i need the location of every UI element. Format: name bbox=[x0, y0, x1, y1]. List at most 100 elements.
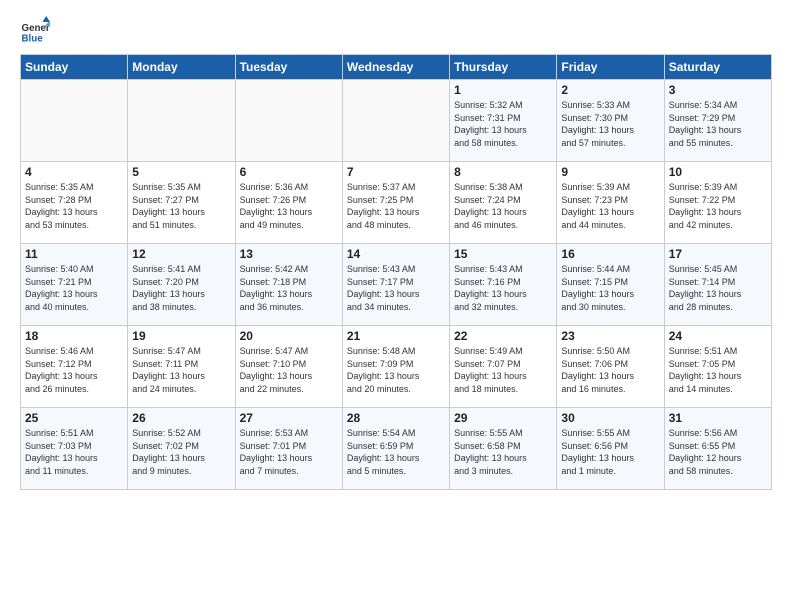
calendar-cell: 8Sunrise: 5:38 AM Sunset: 7:24 PM Daylig… bbox=[450, 162, 557, 244]
day-info: Sunrise: 5:34 AM Sunset: 7:29 PM Dayligh… bbox=[669, 99, 767, 149]
day-number: 6 bbox=[240, 165, 338, 179]
day-number: 12 bbox=[132, 247, 230, 261]
calendar-cell: 17 Sunrise: 5:45 AM Sunset: 7:14 PM Dayli… bbox=[664, 244, 771, 326]
day-info: Sunrise: 5:47 AM Sunset: 7:10 PM Dayligh… bbox=[240, 345, 338, 395]
day-info: Sunrise: 5:43 AM Sunset: 7:17 PM Dayligh… bbox=[347, 263, 445, 313]
calendar-cell: 13Sunrise: 5:42 AM Sunset: 7:18 PM Dayli… bbox=[235, 244, 342, 326]
calendar-cell: 28 Sunrise: 5:54 AM Sunset: 6:59 PM Dayli… bbox=[342, 408, 449, 490]
day-number: 30 bbox=[561, 411, 659, 425]
day-number: 14 bbox=[347, 247, 445, 261]
day-number: 20 bbox=[240, 329, 338, 343]
day-number: 1 bbox=[454, 83, 552, 97]
day-number: 18 bbox=[25, 329, 123, 343]
calendar-cell: 24 Sunrise: 5:51 AM Sunset: 7:05 PM Dayli… bbox=[664, 326, 771, 408]
calendar-cell: 21 Sunrise: 5:48 AM Sunset: 7:09 PM Dayli… bbox=[342, 326, 449, 408]
day-info: Sunrise: 5:35 AM Sunset: 7:27 PM Dayligh… bbox=[132, 181, 230, 231]
day-info: Sunrise: 5:51 AM Sunset: 7:05 PM Dayligh… bbox=[669, 345, 767, 395]
calendar-cell: 16 Sunrise: 5:44 AM Sunset: 7:15 PM Dayli… bbox=[557, 244, 664, 326]
day-info: Sunrise: 5:35 AM Sunset: 7:28 PM Dayligh… bbox=[25, 181, 123, 231]
weekday-header-tuesday: Tuesday bbox=[235, 55, 342, 80]
calendar-cell: 20 Sunrise: 5:47 AM Sunset: 7:10 PM Dayli… bbox=[235, 326, 342, 408]
day-number: 23 bbox=[561, 329, 659, 343]
day-info: Sunrise: 5:50 AM Sunset: 7:06 PM Dayligh… bbox=[561, 345, 659, 395]
day-info: Sunrise: 5:46 AM Sunset: 7:12 PM Dayligh… bbox=[25, 345, 123, 395]
day-info: Sunrise: 5:40 AM Sunset: 7:21 PM Dayligh… bbox=[25, 263, 123, 313]
day-info: Sunrise: 5:52 AM Sunset: 7:02 PM Dayligh… bbox=[132, 427, 230, 477]
day-number: 29 bbox=[454, 411, 552, 425]
logo: General Blue bbox=[20, 16, 50, 46]
day-number: 11 bbox=[25, 247, 123, 261]
day-number: 17 bbox=[669, 247, 767, 261]
day-number: 3 bbox=[669, 83, 767, 97]
day-number: 22 bbox=[454, 329, 552, 343]
day-info: Sunrise: 5:44 AM Sunset: 7:15 PM Dayligh… bbox=[561, 263, 659, 313]
day-info: Sunrise: 5:49 AM Sunset: 7:07 PM Dayligh… bbox=[454, 345, 552, 395]
weekday-header-friday: Friday bbox=[557, 55, 664, 80]
day-info: Sunrise: 5:42 AM Sunset: 7:18 PM Dayligh… bbox=[240, 263, 338, 313]
calendar-cell: 9 Sunrise: 5:39 AM Sunset: 7:23 PM Daylig… bbox=[557, 162, 664, 244]
calendar-cell bbox=[128, 80, 235, 162]
day-number: 4 bbox=[25, 165, 123, 179]
day-info: Sunrise: 5:55 AM Sunset: 6:58 PM Dayligh… bbox=[454, 427, 552, 477]
day-number: 25 bbox=[25, 411, 123, 425]
svg-text:General: General bbox=[22, 23, 51, 34]
calendar-cell: 29 Sunrise: 5:55 AM Sunset: 6:58 PM Dayli… bbox=[450, 408, 557, 490]
calendar-cell: 15 Sunrise: 5:43 AM Sunset: 7:16 PM Dayli… bbox=[450, 244, 557, 326]
day-number: 24 bbox=[669, 329, 767, 343]
calendar-cell bbox=[235, 80, 342, 162]
calendar-cell bbox=[21, 80, 128, 162]
day-info: Sunrise: 5:39 AM Sunset: 7:23 PM Dayligh… bbox=[561, 181, 659, 231]
weekday-header-monday: Monday bbox=[128, 55, 235, 80]
calendar-cell: 31 Sunrise: 5:56 AM Sunset: 6:55 PM Dayli… bbox=[664, 408, 771, 490]
weekday-header-wednesday: Wednesday bbox=[342, 55, 449, 80]
day-info: Sunrise: 5:32 AM Sunset: 7:31 PM Dayligh… bbox=[454, 99, 552, 149]
day-info: Sunrise: 5:33 AM Sunset: 7:30 PM Dayligh… bbox=[561, 99, 659, 149]
calendar-cell: 2 Sunrise: 5:33 AM Sunset: 7:30 PM Daylig… bbox=[557, 80, 664, 162]
day-info: Sunrise: 5:56 AM Sunset: 6:55 PM Dayligh… bbox=[669, 427, 767, 477]
calendar-cell: 12Sunrise: 5:41 AM Sunset: 7:20 PM Dayli… bbox=[128, 244, 235, 326]
calendar-cell: 27Sunrise: 5:53 AM Sunset: 7:01 PM Dayli… bbox=[235, 408, 342, 490]
day-info: Sunrise: 5:55 AM Sunset: 6:56 PM Dayligh… bbox=[561, 427, 659, 477]
day-number: 28 bbox=[347, 411, 445, 425]
day-number: 5 bbox=[132, 165, 230, 179]
day-info: Sunrise: 5:47 AM Sunset: 7:11 PM Dayligh… bbox=[132, 345, 230, 395]
day-info: Sunrise: 5:48 AM Sunset: 7:09 PM Dayligh… bbox=[347, 345, 445, 395]
day-number: 26 bbox=[132, 411, 230, 425]
calendar-cell: 22 Sunrise: 5:49 AM Sunset: 7:07 PM Dayli… bbox=[450, 326, 557, 408]
day-number: 7 bbox=[347, 165, 445, 179]
day-number: 31 bbox=[669, 411, 767, 425]
calendar-table: SundayMondayTuesdayWednesdayThursdayFrid… bbox=[20, 54, 772, 490]
calendar-cell: 25 Sunrise: 5:51 AM Sunset: 7:03 PM Dayli… bbox=[21, 408, 128, 490]
calendar-cell: 19Sunrise: 5:47 AM Sunset: 7:11 PM Dayli… bbox=[128, 326, 235, 408]
day-number: 16 bbox=[561, 247, 659, 261]
day-number: 2 bbox=[561, 83, 659, 97]
day-info: Sunrise: 5:36 AM Sunset: 7:26 PM Dayligh… bbox=[240, 181, 338, 231]
logo-icon: General Blue bbox=[20, 16, 50, 46]
day-info: Sunrise: 5:53 AM Sunset: 7:01 PM Dayligh… bbox=[240, 427, 338, 477]
day-info: Sunrise: 5:54 AM Sunset: 6:59 PM Dayligh… bbox=[347, 427, 445, 477]
weekday-header-sunday: Sunday bbox=[21, 55, 128, 80]
day-number: 10 bbox=[669, 165, 767, 179]
calendar-cell: 11 Sunrise: 5:40 AM Sunset: 7:21 PM Dayli… bbox=[21, 244, 128, 326]
day-info: Sunrise: 5:37 AM Sunset: 7:25 PM Dayligh… bbox=[347, 181, 445, 231]
calendar-cell: 4 Sunrise: 5:35 AM Sunset: 7:28 PM Daylig… bbox=[21, 162, 128, 244]
day-info: Sunrise: 5:39 AM Sunset: 7:22 PM Dayligh… bbox=[669, 181, 767, 231]
calendar-cell: 26 Sunrise: 5:52 AM Sunset: 7:02 PM Dayli… bbox=[128, 408, 235, 490]
day-info: Sunrise: 5:43 AM Sunset: 7:16 PM Dayligh… bbox=[454, 263, 552, 313]
day-number: 15 bbox=[454, 247, 552, 261]
day-number: 9 bbox=[561, 165, 659, 179]
day-info: Sunrise: 5:45 AM Sunset: 7:14 PM Dayligh… bbox=[669, 263, 767, 313]
calendar-cell bbox=[342, 80, 449, 162]
day-info: Sunrise: 5:51 AM Sunset: 7:03 PM Dayligh… bbox=[25, 427, 123, 477]
svg-text:Blue: Blue bbox=[22, 34, 44, 45]
calendar-cell: 6 Sunrise: 5:36 AM Sunset: 7:26 PM Daylig… bbox=[235, 162, 342, 244]
calendar-cell: 3 Sunrise: 5:34 AM Sunset: 7:29 PM Daylig… bbox=[664, 80, 771, 162]
calendar-cell: 10 Sunrise: 5:39 AM Sunset: 7:22 PM Dayli… bbox=[664, 162, 771, 244]
day-number: 21 bbox=[347, 329, 445, 343]
day-info: Sunrise: 5:38 AM Sunset: 7:24 PM Dayligh… bbox=[454, 181, 552, 231]
header: General Blue bbox=[20, 16, 772, 46]
calendar-cell: 7 Sunrise: 5:37 AM Sunset: 7:25 PM Daylig… bbox=[342, 162, 449, 244]
calendar-cell: 14 Sunrise: 5:43 AM Sunset: 7:17 PM Dayli… bbox=[342, 244, 449, 326]
weekday-header-saturday: Saturday bbox=[664, 55, 771, 80]
calendar-cell: 23 Sunrise: 5:50 AM Sunset: 7:06 PM Dayli… bbox=[557, 326, 664, 408]
